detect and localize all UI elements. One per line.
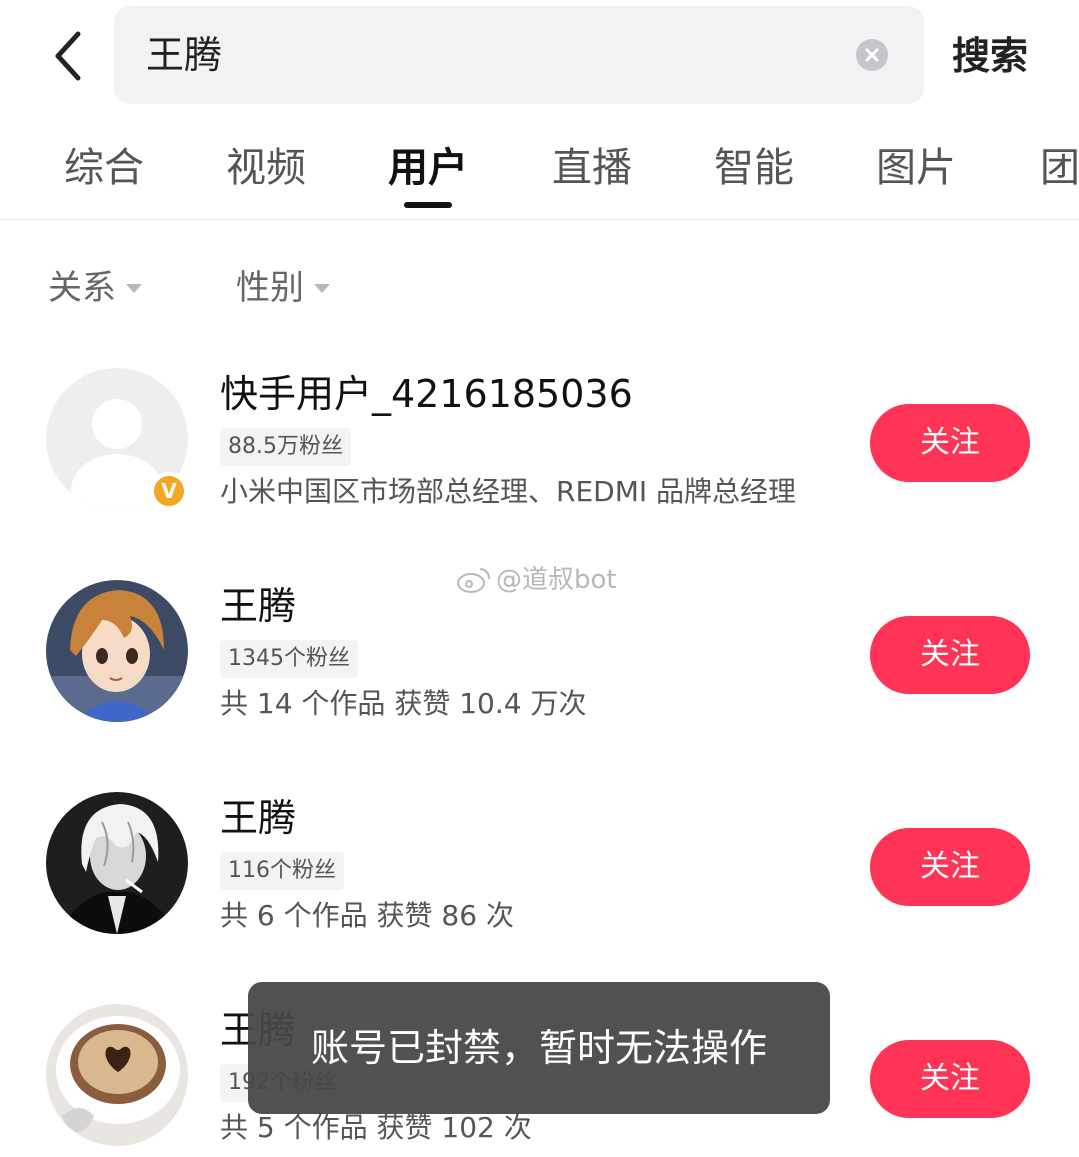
tab-group[interactable]: 团 — [1040, 140, 1079, 196]
search-input[interactable]: 王腾 — [114, 6, 924, 104]
user-row[interactable]: 王腾 116个粉丝 共 6 个作品 获赞 86 次 关注 — [0, 792, 1079, 972]
user-description: 小米中国区市场部总经理、REDMI 品牌总经理 — [220, 475, 797, 508]
back-button[interactable] — [40, 28, 96, 84]
relation-filter-label: 关系 — [48, 268, 116, 308]
tab-comprehensive[interactable]: 综合 — [64, 140, 144, 196]
gender-filter-label: 性别 — [236, 268, 304, 308]
coffee-cup-avatar — [46, 1004, 188, 1146]
fans-count-badge: 1345个粉丝 — [220, 640, 358, 678]
avatar[interactable] — [46, 580, 188, 722]
category-tabs: 综合 视频 用户 直播 智能 图片 团 — [0, 120, 1079, 220]
follow-button[interactable]: 关注 — [870, 1040, 1030, 1118]
fans-count-badge: 88.5万粉丝 — [220, 428, 351, 466]
follow-button[interactable]: 关注 — [870, 828, 1030, 906]
caret-down-icon — [126, 283, 142, 293]
caret-down-icon — [314, 283, 330, 293]
fans-count-badge: 116个粉丝 — [220, 852, 344, 890]
watermark: @道叔bot — [456, 562, 617, 598]
user-name[interactable]: 王腾 — [220, 792, 296, 844]
user-row[interactable]: V 快手用户_4216185036 88.5万粉丝 小米中国区市场部总经理、RE… — [0, 368, 1079, 548]
tab-users[interactable]: 用户 — [388, 140, 468, 196]
relation-filter[interactable]: 关系 — [48, 264, 142, 312]
toast-message: 账号已封禁，暂时无法操作 — [248, 982, 830, 1114]
watermark-text: @道叔bot — [496, 565, 617, 595]
tab-live[interactable]: 直播 — [552, 140, 632, 196]
tab-smart[interactable]: 智能 — [714, 140, 794, 196]
user-description: 共 5 个作品 获赞 102 次 — [220, 1111, 532, 1144]
gender-filter[interactable]: 性别 — [236, 264, 330, 312]
tab-video[interactable]: 视频 — [226, 140, 306, 196]
active-tab-indicator — [404, 202, 452, 208]
clear-icon[interactable] — [856, 39, 888, 71]
avatar[interactable] — [46, 1004, 188, 1146]
follow-button[interactable]: 关注 — [870, 616, 1030, 694]
follow-button[interactable]: 关注 — [870, 404, 1030, 482]
search-header: 王腾 搜索 — [0, 0, 1079, 110]
anime-boy-avatar — [46, 580, 188, 722]
user-name[interactable]: 快手用户_4216185036 — [220, 368, 633, 420]
avatar[interactable] — [46, 792, 188, 934]
user-description: 共 14 个作品 获赞 10.4 万次 — [220, 687, 587, 720]
search-button[interactable]: 搜索 — [952, 28, 1028, 84]
search-query-text: 王腾 — [146, 33, 223, 77]
user-row[interactable]: 王腾 1345个粉丝 共 14 个作品 获赞 10.4 万次 关注 — [0, 580, 1079, 760]
chevron-left-icon — [55, 31, 81, 81]
user-description: 共 6 个作品 获赞 86 次 — [220, 899, 514, 932]
tab-images[interactable]: 图片 — [876, 140, 956, 196]
user-name[interactable]: 王腾 — [220, 580, 296, 632]
weibo-logo-icon — [457, 568, 490, 593]
verified-badge-icon: V — [150, 472, 188, 510]
monochrome-anime-avatar — [46, 792, 188, 934]
